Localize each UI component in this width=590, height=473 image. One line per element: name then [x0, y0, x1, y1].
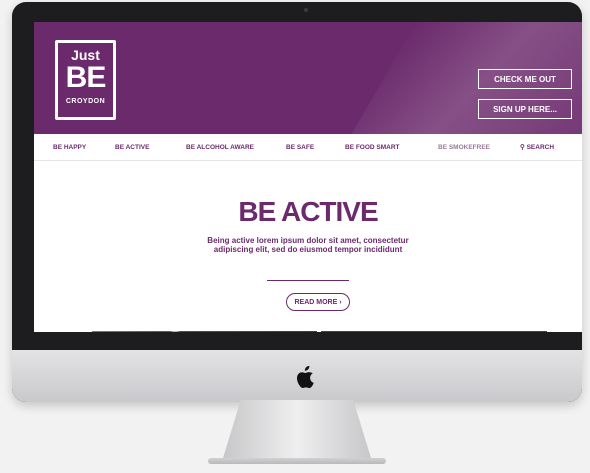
webcam — [304, 8, 308, 12]
search-icon: ⚲ — [520, 144, 525, 151]
main-nav: BE HAPPY BE ACTIVE BE ALCOHOL AWARE BE S… — [34, 134, 582, 161]
monitor-stand — [223, 400, 371, 458]
logo-croydon: CROYDON — [65, 98, 106, 105]
nav-be-happy[interactable]: BE HAPPY — [53, 144, 86, 151]
sign-up-here-button[interactable]: SIGN UP HERE... — [478, 99, 572, 119]
monitor-chin — [12, 350, 582, 402]
nav-be-safe[interactable]: BE SAFE — [286, 144, 314, 151]
nav-be-food-smart[interactable]: BE FOOD SMART — [345, 144, 400, 151]
purple-content-tile[interactable] — [321, 331, 547, 332]
hero-banner: Just BE CROYDON CHECK ME OUT SIGN UP HER… — [34, 22, 582, 134]
logo-be: BE — [65, 61, 107, 94]
read-more-button[interactable]: READ MORE › — [286, 293, 350, 311]
page-subtitle: Being active lorem ipsum dolor sit amet,… — [172, 236, 444, 254]
imac-monitor: Just BE CROYDON CHECK ME OUT SIGN UP HER… — [12, 2, 582, 402]
subtitle-line-2: adipiscing elit, sed do eiusmod tempor i… — [213, 245, 403, 254]
nav-search[interactable]: ⚲ SEARCH — [520, 143, 554, 151]
divider — [267, 280, 349, 281]
monitor-base — [208, 458, 386, 464]
nav-be-alcohol-aware[interactable]: BE ALCOHOL AWARE — [186, 144, 254, 151]
check-me-out-button[interactable]: CHECK ME OUT — [478, 69, 572, 89]
nav-be-active[interactable]: BE ACTIVE — [115, 144, 149, 151]
search-label: SEARCH — [526, 144, 555, 151]
subtitle-line-1: Being active lorem ipsum dolor sit amet,… — [207, 236, 409, 245]
apple-icon — [297, 366, 314, 388]
website-screen: Just BE CROYDON CHECK ME OUT SIGN UP HER… — [34, 22, 582, 332]
activity-photo[interactable] — [92, 331, 317, 332]
page-title: BE ACTIVE — [238, 196, 378, 227]
nav-be-smokefree[interactable]: BE SMOKEFREE — [438, 144, 490, 151]
just-be-croydon-logo[interactable]: Just BE CROYDON — [55, 40, 116, 120]
